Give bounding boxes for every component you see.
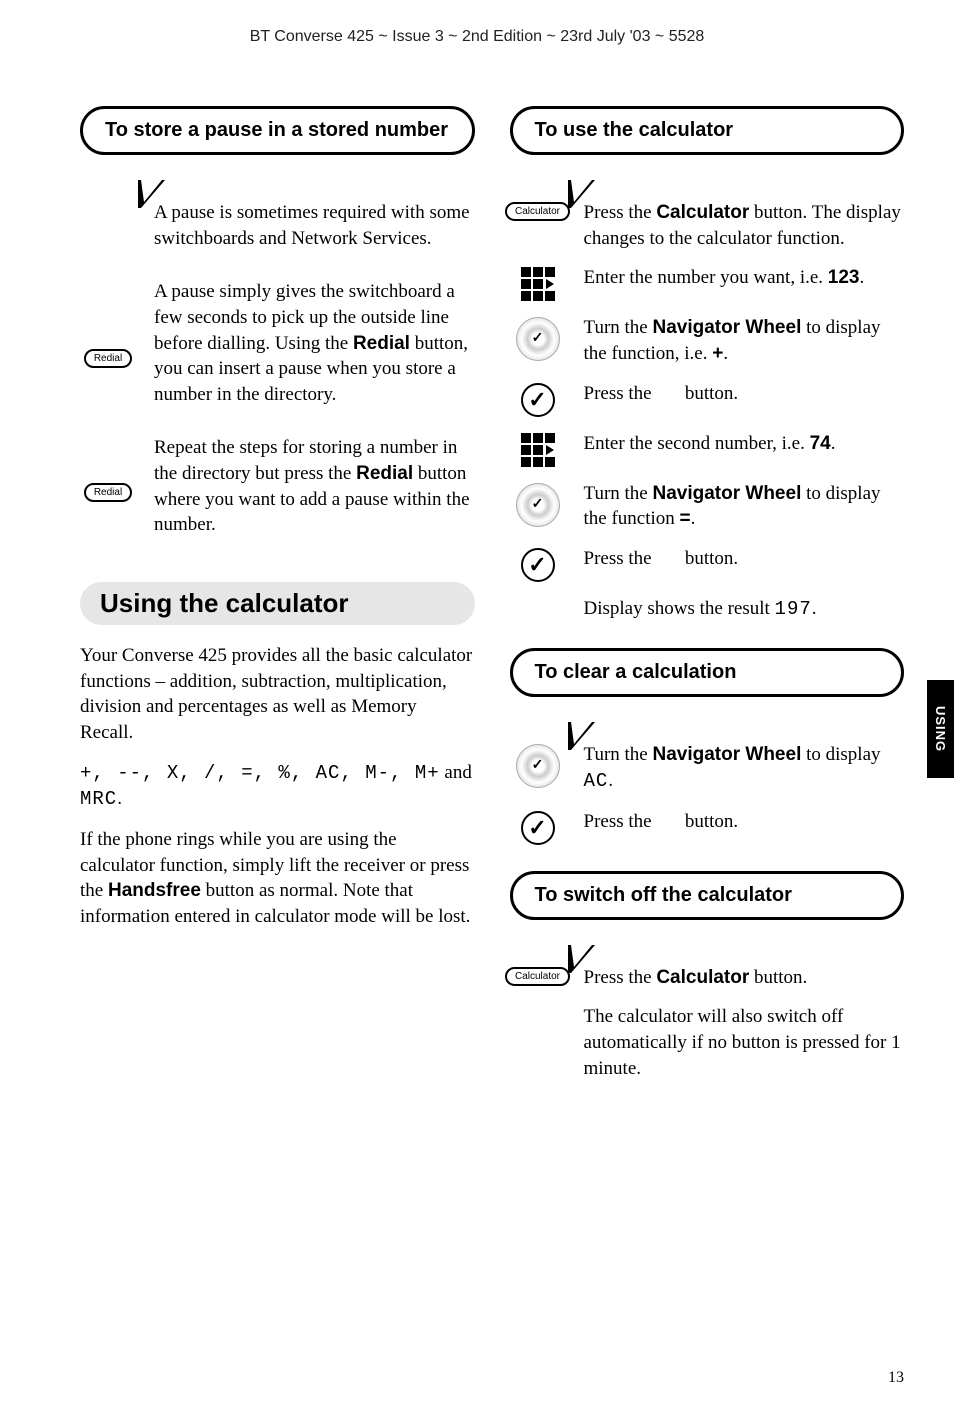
- step-text: Display shows the result 197.: [584, 596, 905, 623]
- left-column: To store a pause in a stored number A pa…: [80, 106, 475, 1095]
- section-heading: Using the calculator: [80, 582, 475, 625]
- step-text: A pause is sometimes required with some …: [154, 200, 475, 265]
- step-text: Press the button.: [584, 381, 905, 407]
- pill-label: Calculator: [505, 967, 570, 986]
- callout-title: To store a pause in a stored number: [105, 119, 448, 141]
- callout-store-pause: To store a pause in a stored number: [80, 106, 475, 155]
- side-tab: USING: [927, 680, 954, 778]
- step-icon-empty: [510, 596, 566, 598]
- redial-button-icon: Redial: [80, 279, 136, 368]
- step-row: Display shows the result 197.: [510, 596, 905, 623]
- step-text: Turn the Navigator Wheel to display the …: [584, 315, 905, 366]
- redial-button-icon: Redial: [80, 435, 136, 502]
- document-header: BT Converse 425 ~ Issue 3 ~ 2nd Edition …: [0, 0, 954, 46]
- paragraph: Repeat the steps for storing a number in…: [154, 435, 475, 538]
- step-row: Turn the Navigator Wheel to display the …: [510, 315, 905, 366]
- pill-label: Redial: [84, 349, 132, 368]
- step-text: Press the Calculator button. The display…: [584, 200, 905, 251]
- callout-switch-off: To switch off the calculator: [510, 871, 905, 920]
- step-text: Turn the Navigator Wheel to display AC.: [584, 742, 905, 794]
- navigator-wheel-icon: [510, 742, 566, 788]
- step-text: Press the button.: [584, 546, 905, 572]
- step-row: ✓ Press the button.: [510, 381, 905, 417]
- step-text: The calculator will also switch off auto…: [584, 1004, 905, 1081]
- step-row: ✓ Press the button.: [510, 546, 905, 582]
- pill-label: Redial: [84, 483, 132, 502]
- calculator-button-icon: Calculator: [510, 200, 566, 221]
- step-text: Turn the Navigator Wheel to display the …: [584, 481, 905, 532]
- page-number: 13: [888, 1369, 904, 1387]
- callout-title: To use the calculator: [535, 119, 734, 141]
- step-text: Enter the number you want, i.e. 123.: [584, 265, 905, 291]
- tick-button-icon: ✓: [510, 546, 566, 582]
- callout-title: To clear a calculation: [535, 661, 737, 683]
- callout-clear-calculation: To clear a calculation: [510, 648, 905, 697]
- paragraph: Your Converse 425 provides all the basic…: [80, 643, 475, 746]
- paragraph: +, --, X, /, =, %, AC, M-, M+ and MRC.: [80, 760, 475, 813]
- right-column: To use the calculator Calculator Press t…: [510, 106, 905, 1095]
- step-row: Enter the second number, i.e. 74.: [510, 431, 905, 467]
- tick-button-icon: ✓: [510, 809, 566, 845]
- step-row: ✓ Press the button.: [510, 809, 905, 845]
- callout-title: To switch off the calculator: [535, 884, 792, 906]
- step-row: The calculator will also switch off auto…: [510, 1004, 905, 1081]
- tick-button-icon: ✓: [510, 381, 566, 417]
- step-text: Enter the second number, i.e. 74.: [584, 431, 905, 457]
- step-row: Redial Repeat the steps for storing a nu…: [80, 435, 475, 552]
- step-icon-empty: [80, 200, 136, 202]
- step-row: Redial A pause simply gives the switchbo…: [80, 279, 475, 421]
- keypad-icon: [510, 431, 566, 467]
- step-row: Enter the number you want, i.e. 123.: [510, 265, 905, 301]
- callout-use-calculator: To use the calculator: [510, 106, 905, 155]
- step-text: A pause simply gives the switchboard a f…: [154, 279, 475, 421]
- paragraph: If the phone rings while you are using t…: [80, 827, 475, 930]
- step-row: Turn the Navigator Wheel to display the …: [510, 481, 905, 532]
- paragraph: A pause is sometimes required with some …: [154, 200, 475, 251]
- step-icon-empty: [510, 1004, 566, 1006]
- main-content: To store a pause in a stored number A pa…: [0, 46, 954, 1095]
- keypad-icon: [510, 265, 566, 301]
- step-text: Press the button.: [584, 809, 905, 835]
- paragraph: A pause simply gives the switchboard a f…: [154, 279, 475, 407]
- navigator-wheel-icon: [510, 481, 566, 527]
- navigator-wheel-icon: [510, 315, 566, 361]
- calculator-button-icon: Calculator: [510, 965, 566, 986]
- step-text: Press the Calculator button.: [584, 965, 905, 991]
- pill-label: Calculator: [505, 202, 570, 221]
- step-row: A pause is sometimes required with some …: [80, 200, 475, 265]
- step-text: Repeat the steps for storing a number in…: [154, 435, 475, 552]
